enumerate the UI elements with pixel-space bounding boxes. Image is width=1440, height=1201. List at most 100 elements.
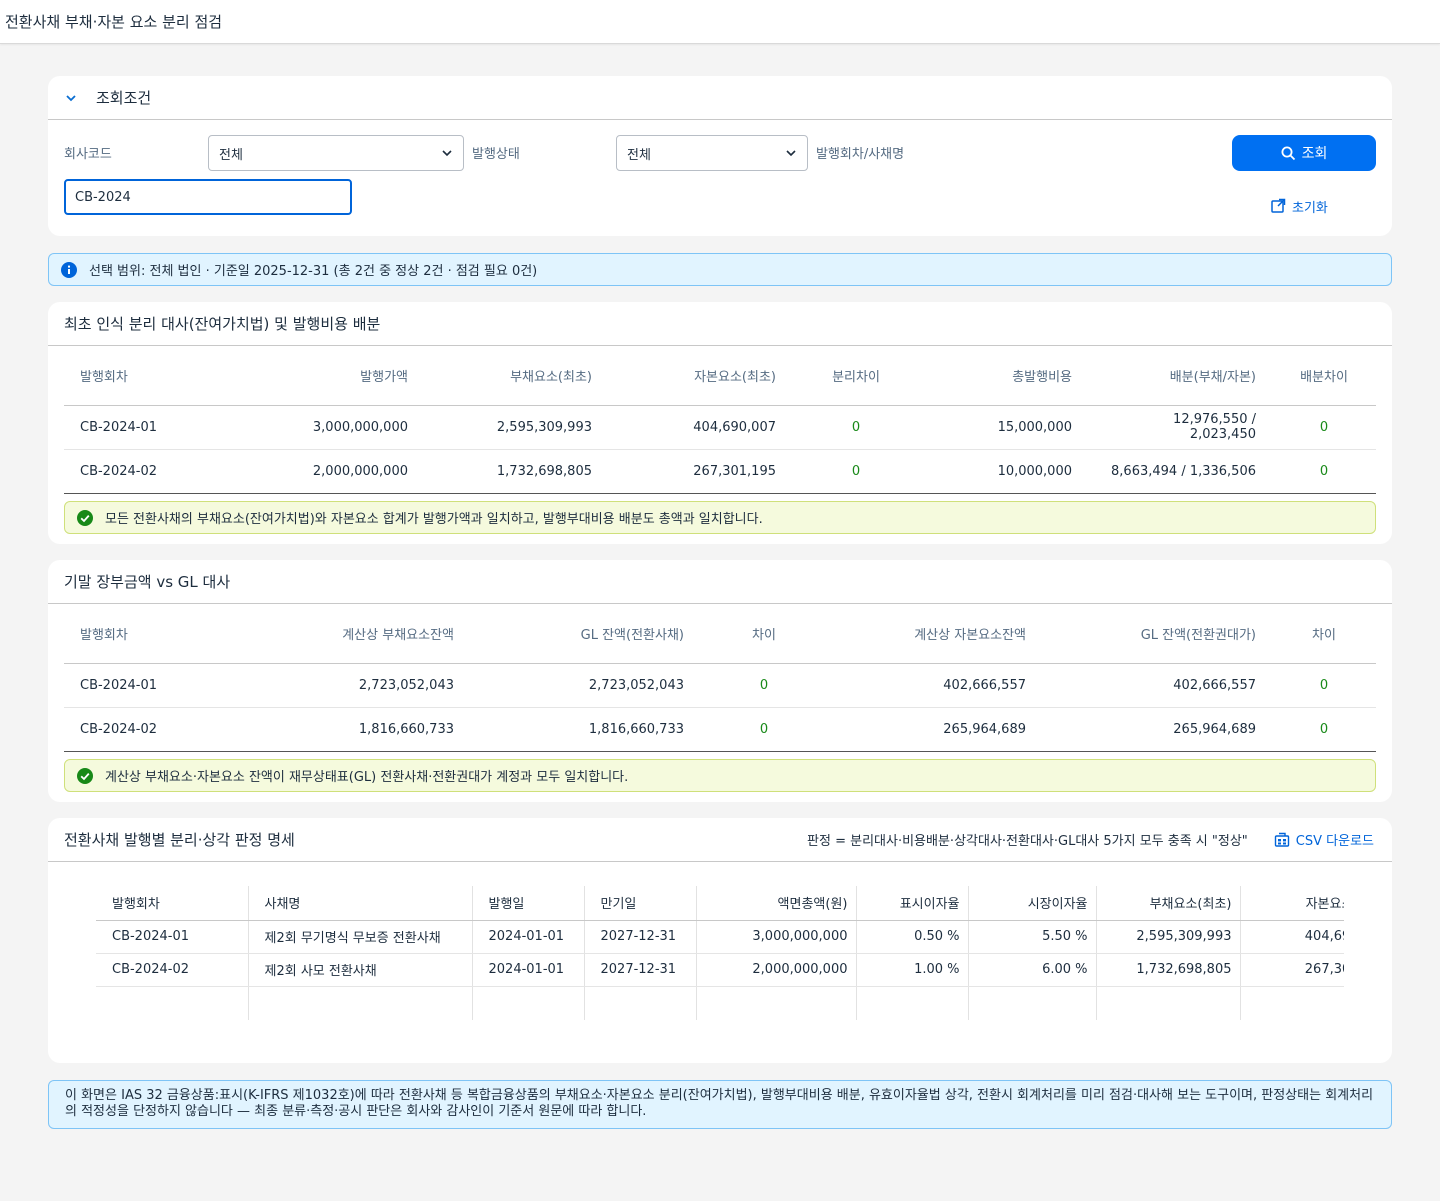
column-header: 차이 xyxy=(1272,604,1376,664)
table-row-empty xyxy=(96,986,1344,1020)
initial-recognition-header: 최초 인식 분리 대사(잔여가치법) 및 발행비용 배분 xyxy=(48,302,1392,346)
judgement-criteria: 판정 = 분리대사·비용배분·상각대사·전환대사·GL대사 5가지 모두 충족 … xyxy=(807,834,1248,849)
cell-equity-diff: 0 xyxy=(1272,663,1376,708)
top-bar: 전환사채 부채·자본 요소 분리 점검 xyxy=(0,0,1440,44)
company-code-value: 전체 xyxy=(219,147,243,163)
cell-bond-name: 제2회 사모 전환사채 xyxy=(248,953,473,987)
cell-calc-liability: 1,816,660,733 xyxy=(214,707,470,752)
initial-recognition-ok-strip: 모든 전환사채의 부채요소(잔여가치법)와 자본요소 합계가 발행가액과 일치하… xyxy=(64,501,1376,534)
cell-equity-diff: 0 xyxy=(1272,707,1376,752)
chevron-down-icon xyxy=(442,150,452,157)
company-code-select[interactable]: 전체 xyxy=(208,135,464,171)
cell-equity-initial: 267,301,195 xyxy=(608,449,792,494)
cell-series: CB-2024-02 xyxy=(96,953,249,987)
filter-panel-title: 조회조건 xyxy=(96,89,152,107)
cell-total-cost: 15,000,000 xyxy=(920,405,1088,450)
cell-maturity-date: 2027-12-31 xyxy=(584,953,697,987)
gl-reconciliation-header: 기말 장부금액 vs GL 대사 xyxy=(48,560,1392,604)
cell-issue-date: 2024-01-01 xyxy=(472,920,585,954)
csv-download-button[interactable]: CSV 다운로드 xyxy=(1274,830,1374,849)
cell-equity-initial: 267,301,195 xyxy=(1240,953,1344,987)
cell-calc-equity: 265,964,689 xyxy=(828,707,1042,752)
cell-calc-equity: 402,666,557 xyxy=(828,663,1042,708)
column-header[interactable]: 자본요소(최초) xyxy=(1240,886,1344,921)
table-row[interactable]: CB-2024-01 3,000,000,000 2,595,309,993 4… xyxy=(64,405,1376,450)
issue-status-select[interactable]: 전체 xyxy=(616,135,808,171)
cell-series: CB-2024-02 xyxy=(64,449,214,494)
cell-gl-equity: 265,964,689 xyxy=(1042,707,1272,752)
column-header[interactable]: 표시이자율 xyxy=(856,886,969,921)
check-circle-icon xyxy=(77,767,93,784)
cell-face-amount: 2,000,000,000 xyxy=(696,953,857,987)
cell-calc-liability: 2,723,052,043 xyxy=(214,663,470,708)
gl-reconciliation-title: 기말 장부금액 vs GL 대사 xyxy=(64,573,231,591)
table-row[interactable]: CB-2024-01 제2회 무기명식 무보증 전환사채 2024-01-01 … xyxy=(96,920,1344,954)
cell-equity-initial: 404,690,007 xyxy=(1240,920,1344,954)
column-header: 분리차이 xyxy=(792,346,920,406)
search-button-label: 조회 xyxy=(1301,146,1328,162)
column-header[interactable]: 발행회차 xyxy=(96,886,249,921)
column-header: 자본요소(최초) xyxy=(608,346,792,406)
search-icon xyxy=(1281,146,1295,160)
reset-button-label: 초기화 xyxy=(1292,200,1328,216)
reset-icon xyxy=(1271,198,1286,213)
cell-face-amount: 3,000,000,000 xyxy=(696,920,857,954)
table-row[interactable]: CB-2024-01 2,723,052,043 2,723,052,043 0… xyxy=(64,663,1376,708)
disclaimer-text: 이 화면은 IAS 32 금융상품:표시(K-IFRS 제1032호)에 따라 … xyxy=(65,1088,1374,1119)
cell-split-diff: 0 xyxy=(792,405,920,450)
issue-status-label: 발행상태 xyxy=(472,147,520,162)
table-header-row: 발행회차 계산상 부채요소잔액 GL 잔액(전환사채) 차이 계산상 자본요소잔… xyxy=(64,604,1376,664)
cell-split-diff: 0 xyxy=(792,449,920,494)
chevron-down-icon[interactable] xyxy=(64,91,78,105)
detail-panel: 전환사채 발행별 분리·상각 판정 명세 판정 = 분리대사·비용배분·상각대사… xyxy=(48,818,1392,1063)
filter-panel-header[interactable]: 조회조건 xyxy=(48,76,1392,120)
search-button[interactable]: 조회 xyxy=(1232,135,1376,171)
column-header[interactable]: 만기일 xyxy=(584,886,697,921)
cell-series: CB-2024-01 xyxy=(64,405,214,450)
column-header[interactable]: 시장이자율 xyxy=(968,886,1097,921)
column-header[interactable]: 발행일 xyxy=(472,886,585,921)
table-row[interactable]: CB-2024-02 제2회 사모 전환사채 2024-01-01 2027-1… xyxy=(96,953,1344,987)
column-header[interactable]: 액면총액(원) xyxy=(696,886,857,921)
cell-gl-equity: 402,666,557 xyxy=(1042,663,1272,708)
cell-gl-liability: 2,723,052,043 xyxy=(470,663,700,708)
column-header: 총발행비용 xyxy=(920,346,1088,406)
table-row[interactable]: CB-2024-02 1,816,660,733 1,816,660,733 0… xyxy=(64,707,1376,752)
column-header: 배분(부채/자본) xyxy=(1088,346,1272,406)
cell-issue-amount: 2,000,000,000 xyxy=(214,449,424,494)
column-header[interactable]: 부채요소(최초) xyxy=(1096,886,1241,921)
cell-liability-diff: 0 xyxy=(700,707,828,752)
cell-total-cost: 10,000,000 xyxy=(920,449,1088,494)
cell-liability-initial: 2,595,309,993 xyxy=(424,405,608,450)
table-row[interactable]: CB-2024-02 2,000,000,000 1,732,698,805 2… xyxy=(64,449,1376,494)
table-header-row: 발행회차 사채명 발행일 만기일 액면총액(원) 표시이자율 시장이자율 부채요… xyxy=(96,886,1344,921)
cell-issue-amount: 3,000,000,000 xyxy=(214,405,424,450)
cell-liability-diff: 0 xyxy=(700,663,828,708)
cell-series: CB-2024-02 xyxy=(64,707,214,752)
column-header: 배분차이 xyxy=(1272,346,1376,406)
cell-allocation-diff: 0 xyxy=(1272,449,1376,494)
cell-series: CB-2024-01 xyxy=(96,920,249,954)
cell-market-rate: 6.00 % xyxy=(968,953,1097,987)
detail-table-scroll[interactable]: 발행회차 사채명 발행일 만기일 액면총액(원) 표시이자율 시장이자율 부채요… xyxy=(96,886,1344,1020)
cell-allocation-diff: 0 xyxy=(1272,405,1376,450)
csv-download-label: CSV 다운로드 xyxy=(1295,834,1374,849)
column-header: 발행회차 xyxy=(64,346,214,406)
disclaimer-note: 이 화면은 IAS 32 금융상품:표시(K-IFRS 제1032호)에 따라 … xyxy=(48,1080,1392,1129)
cell-gl-liability: 1,816,660,733 xyxy=(470,707,700,752)
gl-reconciliation-ok-text: 계산상 부채요소·자본요소 잔액이 재무상태표(GL) 전환사채·전환권대가 계… xyxy=(105,770,629,785)
column-header: 부채요소(최초) xyxy=(424,346,608,406)
column-header: 발행회차 xyxy=(64,604,214,664)
cell-liability-initial: 1,732,698,805 xyxy=(424,449,608,494)
detail-table: 발행회차 사채명 발행일 만기일 액면총액(원) 표시이자율 시장이자율 부채요… xyxy=(96,886,1344,1020)
column-header: 차이 xyxy=(700,604,828,664)
company-code-label: 회사코드 xyxy=(64,147,112,162)
column-header[interactable]: 사채명 xyxy=(248,886,473,921)
initial-recognition-table: 발행회차 발행가액 부채요소(최초) 자본요소(최초) 분리차이 총발행비용 배… xyxy=(64,346,1376,494)
gl-reconciliation-panel: 기말 장부금액 vs GL 대사 발행회차 계산상 부채요소잔액 GL 잔액(전… xyxy=(48,560,1392,802)
scope-info-text: 선택 범위: 전체 법인 · 기준일 2025-12-31 (총 2건 중 정상… xyxy=(89,264,538,279)
reset-button[interactable]: 초기화 xyxy=(1270,196,1328,216)
cell-liability-initial: 2,595,309,993 xyxy=(1096,920,1241,954)
filter-panel: 조회조건 회사코드 전체 발행상태 전체 발행회차/사채명 CB-2024 조회… xyxy=(48,76,1392,236)
series-name-input[interactable]: CB-2024 xyxy=(64,179,352,215)
